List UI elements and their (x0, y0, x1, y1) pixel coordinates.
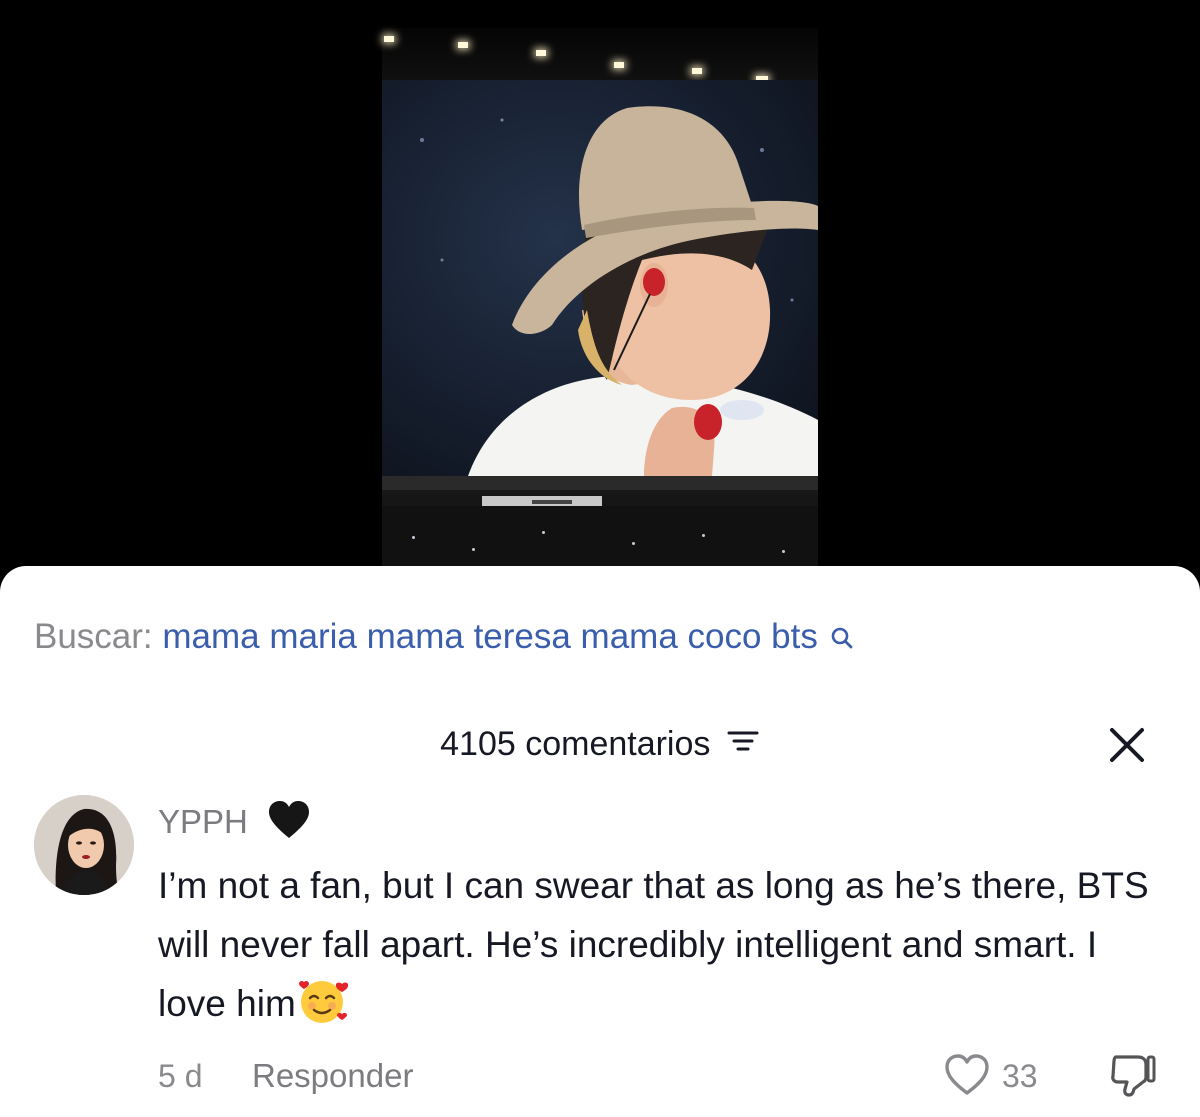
avatar[interactable] (34, 795, 134, 895)
close-icon[interactable] (1106, 724, 1148, 766)
like-count: 33 (1002, 1058, 1038, 1094)
comment-username[interactable]: YPPH (158, 800, 311, 849)
comment-body: I’m not a fan, but I can swear that as l… (158, 856, 1158, 1043)
heart-outline-icon[interactable] (943, 1053, 991, 1097)
search-query-link[interactable]: mama maria mama teresa mama coco bts (162, 617, 817, 656)
reply-button[interactable]: Responder (252, 1056, 413, 1096)
black-heart-icon (267, 800, 311, 849)
comments-count-title: 4105 comentarios (440, 725, 711, 764)
concert-screen-image (382, 80, 818, 476)
comment-timestamp: 5 d (158, 1058, 203, 1094)
smiling-face-with-hearts-icon (298, 976, 350, 1043)
search-suggestion[interactable]: Buscar: mama maria mama teresa mama coco… (34, 615, 854, 659)
stage-crowd-image (382, 476, 818, 566)
thumbs-down-icon[interactable] (1108, 1053, 1158, 1099)
search-icon[interactable] (830, 617, 854, 649)
stage-lights (382, 28, 818, 82)
username-text: YPPH (158, 803, 248, 841)
search-prefix: Buscar: (34, 617, 153, 656)
comments-header: 4105 comentarios (0, 720, 1200, 766)
video-player[interactable] (0, 0, 1200, 600)
filter-icon[interactable] (726, 722, 760, 766)
